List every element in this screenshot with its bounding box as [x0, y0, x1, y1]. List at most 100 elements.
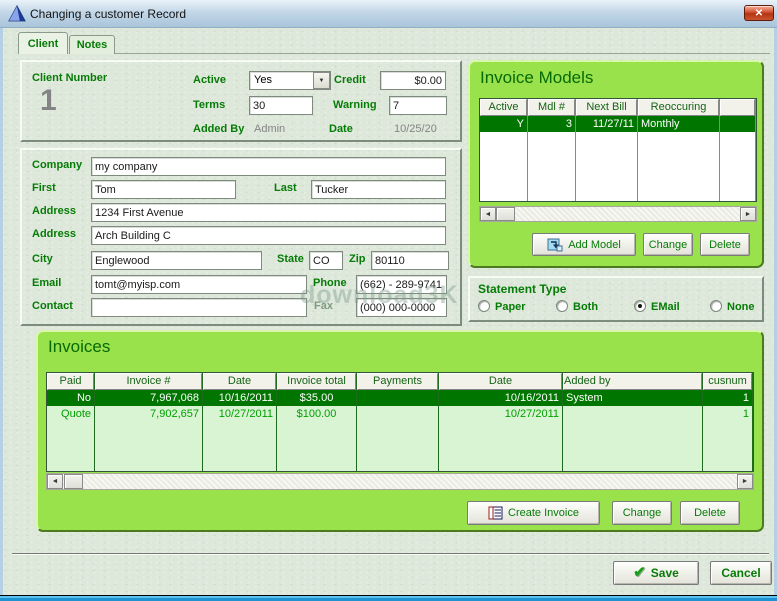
client-summary-panel: Client Number 1 Active Yes ▼ Credit Term… — [20, 60, 462, 142]
active-dropdown[interactable]: Yes ▼ — [249, 71, 331, 90]
radio-paper-label: Paper — [495, 301, 526, 313]
invoice-cell[interactable] — [357, 406, 438, 422]
models-hscrollbar[interactable]: ◄ ► — [479, 206, 757, 222]
invoice-delete-button[interactable]: Delete — [680, 501, 740, 525]
column-header-date2[interactable]: Date — [439, 373, 562, 390]
scroll-left-icon[interactable]: ◄ — [480, 207, 496, 221]
model-change-button[interactable]: Change — [643, 233, 693, 256]
radio-paper[interactable]: Paper — [478, 300, 526, 313]
radio-none-circle[interactable] — [710, 300, 722, 312]
invoice-cell[interactable]: 7,967,068 — [95, 390, 202, 406]
scroll-left-icon[interactable]: ◄ — [47, 474, 63, 489]
city-field[interactable] — [91, 251, 262, 270]
invoice-cell[interactable]: 10/27/2011 — [439, 406, 562, 422]
city-label: City — [32, 253, 53, 265]
last-name-field[interactable] — [311, 180, 446, 199]
invoice-cell[interactable] — [563, 406, 702, 422]
statement-type-panel: Statement Type Paper Both EMail None — [468, 276, 764, 322]
client-details-panel: Company First Last Address Address City … — [20, 148, 462, 326]
radio-email-circle[interactable] — [634, 300, 646, 312]
close-button[interactable]: ✕ — [744, 5, 774, 21]
tab-notes[interactable]: Notes — [69, 35, 115, 54]
window-title: Changing a customer Record — [30, 7, 186, 21]
added-by-label: Added By — [193, 123, 244, 135]
chevron-down-icon[interactable]: ▼ — [313, 72, 330, 89]
window-frame-left — [0, 28, 3, 596]
tab-client[interactable]: Client — [18, 32, 68, 54]
invoices-table[interactable]: Paid No Quote Invoice # 7,967,068 7,902,… — [46, 372, 754, 472]
fax-field[interactable] — [356, 298, 447, 317]
column-header-filler — [720, 99, 755, 116]
company-field[interactable] — [91, 157, 446, 176]
invoice-cell[interactable]: 10/16/2011 — [203, 390, 276, 406]
model-cell-next-bill[interactable]: 11/27/11 — [576, 116, 637, 132]
close-icon: ✕ — [755, 8, 763, 19]
invoice-cell[interactable]: 7,902,657 — [95, 406, 202, 422]
radio-paper-circle[interactable] — [478, 300, 490, 312]
phone-field[interactable] — [356, 275, 447, 294]
invoice-cell[interactable]: $35.00 — [277, 390, 356, 406]
invoice-cell[interactable]: 1 — [703, 406, 752, 422]
address2-field[interactable] — [91, 226, 446, 245]
invoice-cell[interactable]: Quote — [47, 406, 94, 422]
invoice-cell[interactable] — [357, 390, 438, 406]
terms-label: Terms — [193, 99, 225, 111]
column-header-paid[interactable]: Paid — [47, 373, 94, 390]
model-change-label: Change — [649, 239, 688, 251]
create-invoice-button[interactable]: Create Invoice — [467, 501, 600, 525]
model-cell-mdl[interactable]: 3 — [528, 116, 575, 132]
column-header-payments[interactable]: Payments — [357, 373, 438, 390]
invoice-change-button[interactable]: Change — [612, 501, 672, 525]
model-cell-reoccuring[interactable]: Monthly — [638, 116, 719, 132]
model-cell-active[interactable]: Y — [480, 116, 527, 132]
invoice-cell[interactable]: 10/16/2011 — [439, 390, 562, 406]
column-header-mdl[interactable]: Mdl # — [528, 99, 575, 116]
added-by-value: Admin — [254, 123, 285, 135]
cancel-button[interactable]: Cancel — [710, 561, 772, 585]
date-value: 10/25/20 — [394, 123, 437, 135]
add-model-button[interactable]: Add Model — [532, 233, 636, 256]
invoice-cell[interactable]: 10/27/2011 — [203, 406, 276, 422]
first-name-label: First — [32, 182, 56, 194]
tab-strip-line — [115, 53, 770, 54]
email-field[interactable] — [91, 275, 307, 294]
column-header-invoice-total[interactable]: Invoice total — [277, 373, 356, 390]
invoices-scroll-thumb[interactable] — [64, 474, 83, 489]
credit-field[interactable] — [380, 71, 446, 90]
column-header-added-by[interactable]: Added by — [563, 373, 702, 390]
add-model-label: Add Model — [568, 239, 621, 251]
warning-label: Warning — [333, 99, 377, 111]
radio-none[interactable]: None — [710, 300, 755, 313]
invoice-cell[interactable]: $100.00 — [277, 406, 356, 422]
contact-field[interactable] — [91, 298, 307, 317]
column-header-date[interactable]: Date — [203, 373, 276, 390]
scroll-right-icon[interactable]: ► — [740, 207, 756, 221]
invoice-cell[interactable]: 1 — [703, 390, 752, 406]
column-header-active[interactable]: Active — [480, 99, 527, 116]
radio-both[interactable]: Both — [556, 300, 598, 313]
scroll-right-icon[interactable]: ► — [737, 474, 753, 489]
column-header-cusnum[interactable]: cusnum — [703, 373, 752, 390]
first-name-field[interactable] — [91, 180, 236, 199]
terms-field[interactable] — [249, 96, 313, 115]
model-delete-button[interactable]: Delete — [700, 233, 750, 256]
tab-notes-label: Notes — [77, 39, 108, 51]
column-header-invoice-num[interactable]: Invoice # — [95, 373, 202, 390]
invoices-hscrollbar[interactable]: ◄ ► — [46, 473, 754, 490]
radio-email[interactable]: EMail — [634, 300, 680, 313]
client-number-value: 1 — [40, 84, 57, 118]
invoice-cell[interactable]: System — [563, 390, 702, 406]
invoice-models-table[interactable]: Active Y Mdl # 3 Next Bill 11/27/11 Reoc… — [479, 98, 757, 202]
address1-field[interactable] — [91, 203, 446, 222]
date-label: Date — [329, 123, 353, 135]
save-button[interactable]: ✔ Save — [613, 561, 699, 585]
radio-both-circle[interactable] — [556, 300, 568, 312]
models-scroll-thumb[interactable] — [496, 207, 515, 221]
state-field[interactable] — [309, 251, 343, 270]
radio-both-label: Both — [573, 301, 598, 313]
zip-field[interactable] — [371, 251, 449, 270]
invoice-cell[interactable]: No — [47, 390, 94, 406]
column-header-next-bill[interactable]: Next Bill — [576, 99, 637, 116]
warning-field[interactable] — [389, 96, 447, 115]
column-header-reoccuring[interactable]: Reoccuring — [638, 99, 719, 116]
